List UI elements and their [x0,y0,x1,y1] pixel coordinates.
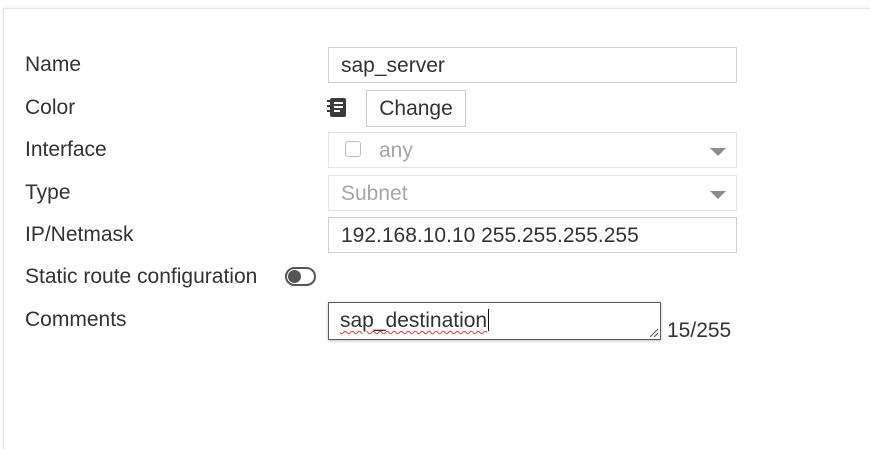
change-color-button[interactable]: Change [366,90,466,127]
name-label: Name [25,53,82,76]
text-cursor [488,309,490,331]
static-route-toggle[interactable] [285,267,316,286]
chevron-down-icon [710,148,726,156]
comments-textarea-value: sap_destination [340,309,490,332]
comments-char-counter: 15/255 [667,319,732,342]
ip-netmask-input[interactable]: 192.168.10.10 255.255.255.255 [328,217,737,253]
type-select-value: Subnet [341,182,408,205]
ip-netmask-input-value: 192.168.10.10 255.255.255.255 [341,224,639,247]
interface-select-value: any [379,139,413,162]
interface-checkbox [345,141,361,157]
interface-label: Interface [25,138,107,161]
comments-textarea[interactable]: sap_destination [328,302,661,340]
name-input[interactable]: sap_server [328,47,737,83]
name-input-value: sap_server [341,54,445,77]
comments-label: Comments [25,308,127,331]
ip-netmask-label: IP/Netmask [25,223,134,246]
resize-grip-icon[interactable] [648,327,658,337]
type-label: Type [25,181,71,204]
chevron-down-icon [710,191,726,199]
toggle-knob [288,270,301,283]
type-select: Subnet [328,175,737,211]
color-swatch-icon[interactable] [327,97,347,119]
static-route-label: Static route configuration [25,265,258,288]
interface-select: any [328,132,737,168]
color-label: Color [25,96,76,119]
